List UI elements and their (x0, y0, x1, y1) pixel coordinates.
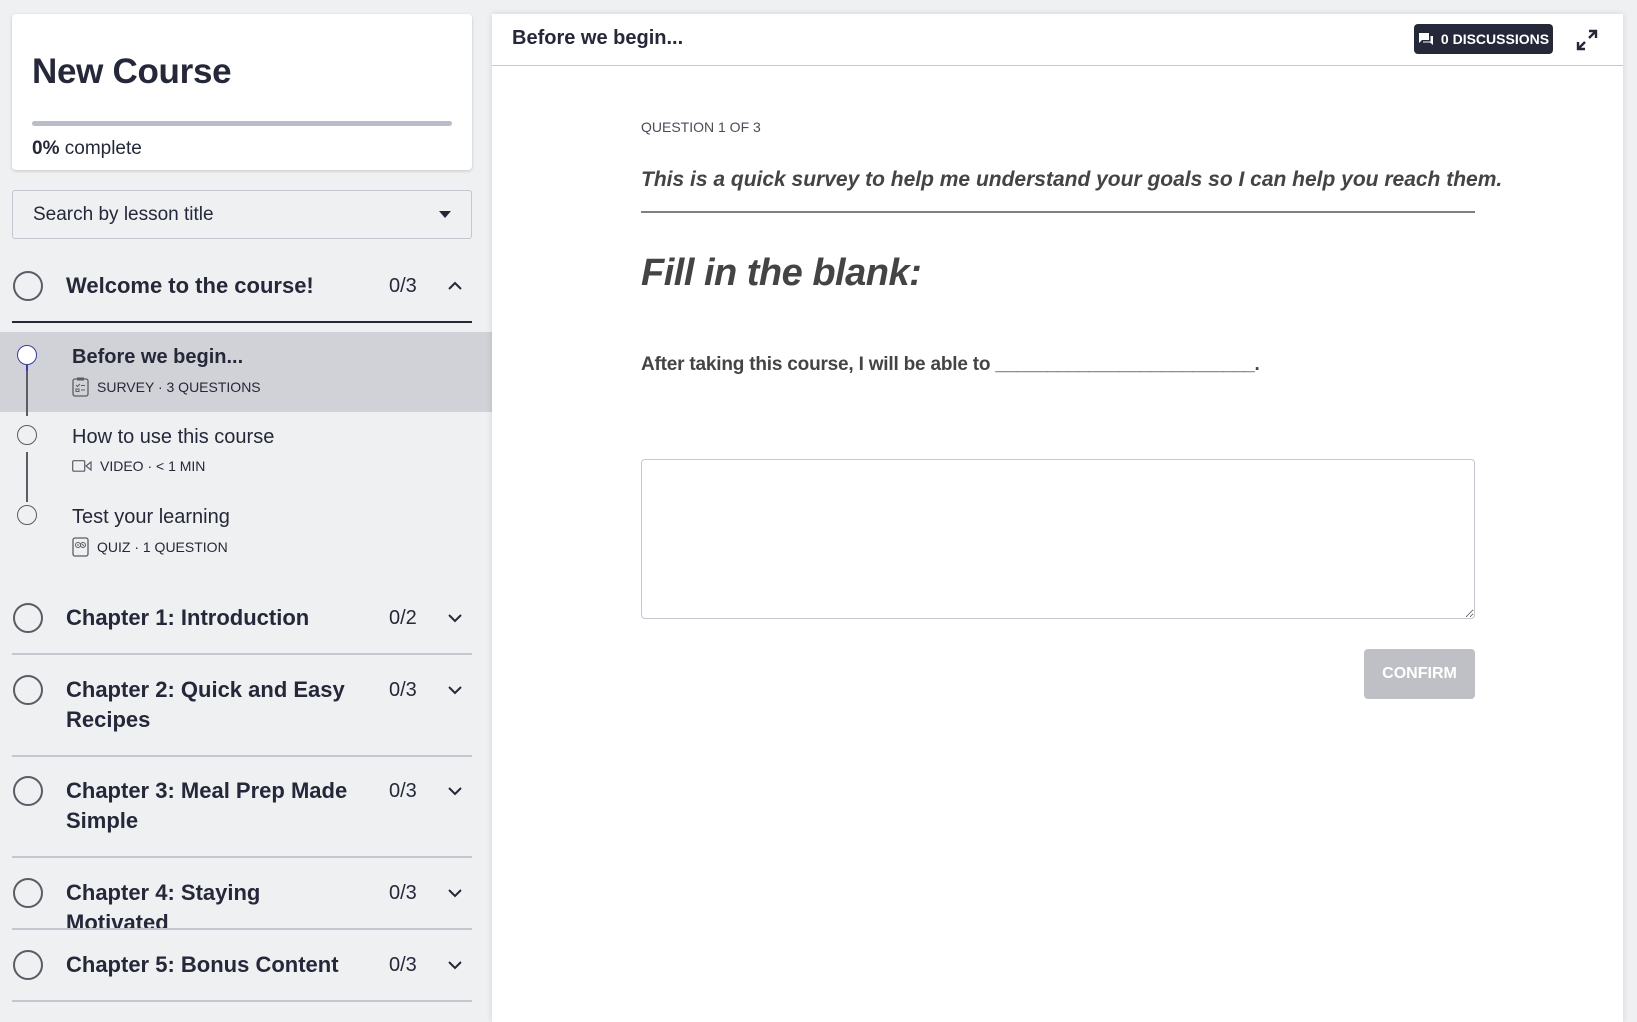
section-count: 0/2 (389, 607, 417, 629)
chevron-up-icon[interactable] (448, 279, 462, 293)
discussions-label: 0 DISCUSSIONS (1440, 31, 1550, 47)
section-status-circle-icon (13, 271, 43, 301)
timeline-line (26, 371, 28, 416)
chevron-down-icon[interactable] (448, 886, 462, 900)
expand-icon[interactable] (1575, 28, 1599, 52)
section-divider (12, 755, 472, 757)
section-title[interactable]: Chapter 5: Bonus Content (66, 950, 366, 980)
progress-value: 0% (32, 138, 60, 159)
answer-textarea[interactable] (641, 459, 1475, 619)
chevron-down-icon[interactable] (448, 683, 462, 697)
course-sidebar: New Course 0% complete Search by lesson … (0, 0, 492, 1022)
discussions-button[interactable]: 0 DISCUSSIONS (1414, 24, 1553, 54)
section-title[interactable]: Chapter 1: Introduction (66, 603, 366, 633)
lesson-title[interactable]: Before we begin... (72, 344, 243, 370)
section-status-circle-icon (13, 675, 43, 705)
lesson-meta-text: QUIZ · 1 QUESTION (97, 539, 228, 555)
section-divider (12, 1000, 472, 1002)
chevron-down-icon[interactable] (448, 784, 462, 798)
chevron-down-icon[interactable] (448, 958, 462, 972)
lesson-meta-text: VIDEO · < 1 MIN (100, 458, 206, 474)
chat-icon (1418, 33, 1433, 45)
intro-divider (641, 211, 1475, 213)
section-status-circle-icon (13, 776, 43, 806)
question-heading: Fill in the blank: (641, 252, 922, 294)
lesson-meta-text: SURVEY · 3 QUESTIONS (97, 379, 261, 395)
quiz-icon (72, 537, 89, 557)
section-count: 0/3 (389, 679, 417, 701)
section-count: 0/3 (389, 780, 417, 802)
course-title: New Course (32, 52, 232, 91)
section-title[interactable]: Chapter 2: Quick and Easy Recipes (66, 675, 366, 735)
lesson-meta: SURVEY · 3 QUESTIONS (72, 377, 261, 397)
progress-bar (32, 121, 452, 126)
question-counter: QUESTION 1 OF 3 (641, 119, 761, 135)
lesson-status-circle-icon (17, 425, 37, 445)
section-title[interactable]: Chapter 3: Meal Prep Made Simple (66, 776, 366, 836)
section-count: 0/3 (389, 954, 417, 976)
section-status-circle-icon (13, 603, 43, 633)
course-progress-card: New Course 0% complete (12, 14, 472, 170)
lesson-meta: VIDEO · < 1 MIN (72, 457, 205, 475)
progress-text: 0% complete (32, 138, 142, 160)
caret-down-icon (439, 211, 451, 218)
search-placeholder: Search by lesson title (33, 203, 214, 225)
section-divider (12, 928, 472, 930)
lesson-title-header: Before we begin... (512, 27, 684, 49)
lesson-title[interactable]: How to use this course (72, 424, 274, 450)
section-divider (12, 321, 472, 323)
section-count: 0/3 (389, 882, 417, 904)
lesson-panel: Before we begin... 0 DISCUSSIONS QUESTIO… (492, 14, 1623, 1022)
chevron-down-icon[interactable] (448, 611, 462, 625)
section-status-circle-icon (13, 878, 43, 908)
lesson-meta: QUIZ · 1 QUESTION (72, 537, 228, 557)
panel-header: Before we begin... 0 DISCUSSIONS (492, 14, 1623, 66)
section-divider (12, 653, 472, 655)
section-title[interactable]: Welcome to the course! (66, 271, 366, 301)
video-icon (72, 460, 92, 472)
progress-suffix: complete (59, 138, 142, 159)
question-prompt: After taking this course, I will be able… (641, 354, 1260, 375)
confirm-button[interactable]: CONFIRM (1364, 649, 1475, 699)
survey-intro: This is a quick survey to help me unders… (641, 168, 1503, 191)
section-status-circle-icon (13, 950, 43, 980)
section-count: 0/3 (389, 275, 417, 297)
lesson-status-circle-icon (17, 505, 37, 525)
section-divider (12, 856, 472, 858)
timeline-line (26, 452, 28, 502)
lesson-search-dropdown[interactable]: Search by lesson title (12, 190, 472, 239)
lesson-title[interactable]: Test your learning (72, 504, 230, 530)
survey-icon (72, 377, 89, 397)
lesson-status-circle-icon (17, 345, 37, 365)
